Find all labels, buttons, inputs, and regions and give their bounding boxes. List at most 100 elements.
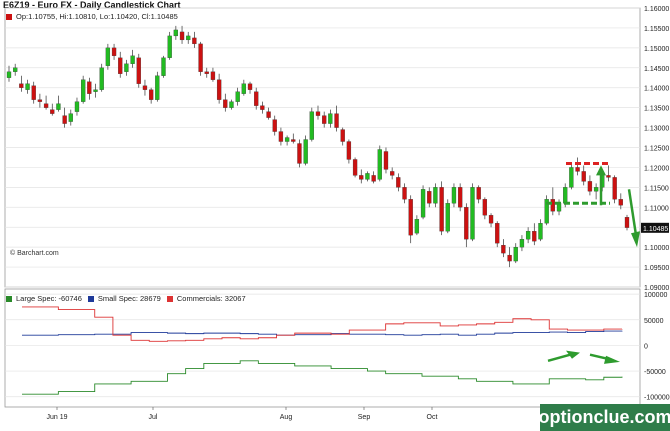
price-axis-label: 1.15500 <box>644 26 669 33</box>
candle-down <box>87 82 91 94</box>
candle-down <box>118 58 122 74</box>
cot-panel-frame <box>5 289 640 407</box>
candle-up <box>526 231 530 239</box>
candle-down <box>38 100 42 102</box>
candle-up <box>433 187 437 203</box>
candle-down <box>180 32 184 40</box>
candle-up <box>415 219 419 233</box>
candle-down <box>267 112 271 118</box>
candle-down <box>619 199 623 205</box>
candle-up <box>124 64 128 72</box>
candle-up <box>155 76 159 100</box>
candle-up <box>69 114 73 122</box>
up-arrow-head <box>596 165 606 175</box>
price-axis-label: 1.11000 <box>644 205 669 212</box>
cot-axis-label: -100000 <box>644 395 670 402</box>
candle-down <box>625 217 629 227</box>
cot-legend-item: Small Spec: 28679 <box>88 294 161 303</box>
candle-down <box>440 187 444 231</box>
candle-down <box>508 255 512 261</box>
candle-down <box>551 199 555 211</box>
candle-down <box>532 231 536 241</box>
candle-down <box>260 106 264 110</box>
candle-up <box>174 30 178 36</box>
candle-down <box>112 48 116 56</box>
candle-down <box>372 175 376 181</box>
candle-down <box>390 171 394 175</box>
x-axis-label: Oct <box>427 414 438 421</box>
cot-legend-swatch <box>6 296 12 302</box>
x-axis-label: Sep <box>358 414 371 421</box>
price-axis-label: 1.11500 <box>644 185 669 192</box>
candle-down <box>483 199 487 215</box>
last-price-label: 1.10485 <box>643 226 668 233</box>
cot-axis-label: 0 <box>644 343 648 350</box>
candle-down <box>489 215 493 223</box>
x-axis-label: Jun 19 <box>46 414 67 421</box>
candle-down <box>149 90 153 100</box>
cot-axis-label: 50000 <box>644 318 664 325</box>
price-axis-label: 1.15000 <box>644 46 669 53</box>
candle-up <box>471 187 475 239</box>
cot-legend-label: Small Spec: 28679 <box>98 294 161 303</box>
candle-up <box>168 36 172 58</box>
cot-series-line-0 <box>22 361 622 394</box>
cot-series-line-2 <box>22 307 622 341</box>
candle-down <box>248 84 252 90</box>
candle-down <box>44 104 48 108</box>
candle-down <box>384 151 388 169</box>
candle-down <box>273 120 277 132</box>
candle-down <box>322 116 326 124</box>
candle-up <box>242 84 246 94</box>
candle-down <box>353 159 357 175</box>
candle-down <box>217 80 221 100</box>
price-axis-label: 1.12000 <box>644 165 669 172</box>
candle-up <box>162 58 166 76</box>
candle-down <box>495 223 499 243</box>
candle-up <box>7 72 11 78</box>
candle-up <box>285 138 289 142</box>
candle-up <box>26 84 30 90</box>
candle-down <box>501 245 505 253</box>
candle-down <box>199 44 203 72</box>
cot-legend-item: Commercials: 32067 <box>167 294 246 303</box>
candle-down <box>279 132 283 142</box>
cot-legend-label: Large Spec: -60746 <box>16 294 82 303</box>
candle-down <box>613 177 617 199</box>
price-chart: 1.160001.155001.150001.145001.140001.135… <box>0 0 670 431</box>
candle-down <box>205 72 209 74</box>
candle-down <box>50 110 54 114</box>
price-axis-label: 1.14500 <box>644 66 669 73</box>
barchart-credit: © Barchart.com <box>10 250 59 257</box>
price-axis-label: 1.13000 <box>644 126 669 133</box>
price-axis-label: 1.13500 <box>644 106 669 113</box>
candle-up <box>594 187 598 191</box>
candle-down <box>291 140 295 142</box>
x-axis-label: Aug <box>280 414 293 421</box>
candle-up <box>94 90 98 92</box>
cot-legend-label: Commercials: 32067 <box>177 294 246 303</box>
candle-down <box>409 199 413 235</box>
price-axis-label: 1.14000 <box>644 86 669 93</box>
candle-up <box>310 112 314 140</box>
cot-arrow-down-head <box>604 356 620 364</box>
cot-axis-label: -50000 <box>644 369 666 376</box>
candle-down <box>477 187 481 199</box>
candle-down <box>223 100 227 108</box>
cot-legend-swatch <box>88 296 94 302</box>
price-axis-label: 1.09500 <box>644 265 669 272</box>
candle-down <box>606 175 610 177</box>
candle-down <box>347 142 351 160</box>
candle-up <box>563 187 567 203</box>
down-arrow-shaft <box>629 189 636 235</box>
candle-down <box>427 191 431 203</box>
candle-down <box>403 187 407 199</box>
candle-up <box>378 149 382 179</box>
candle-up <box>56 104 60 110</box>
candle-up <box>538 223 542 239</box>
candle-down <box>464 207 468 239</box>
price-axis-label: 1.09000 <box>644 285 669 292</box>
candle-up <box>452 187 456 203</box>
candle-up <box>13 68 17 72</box>
candle-down <box>588 181 592 191</box>
